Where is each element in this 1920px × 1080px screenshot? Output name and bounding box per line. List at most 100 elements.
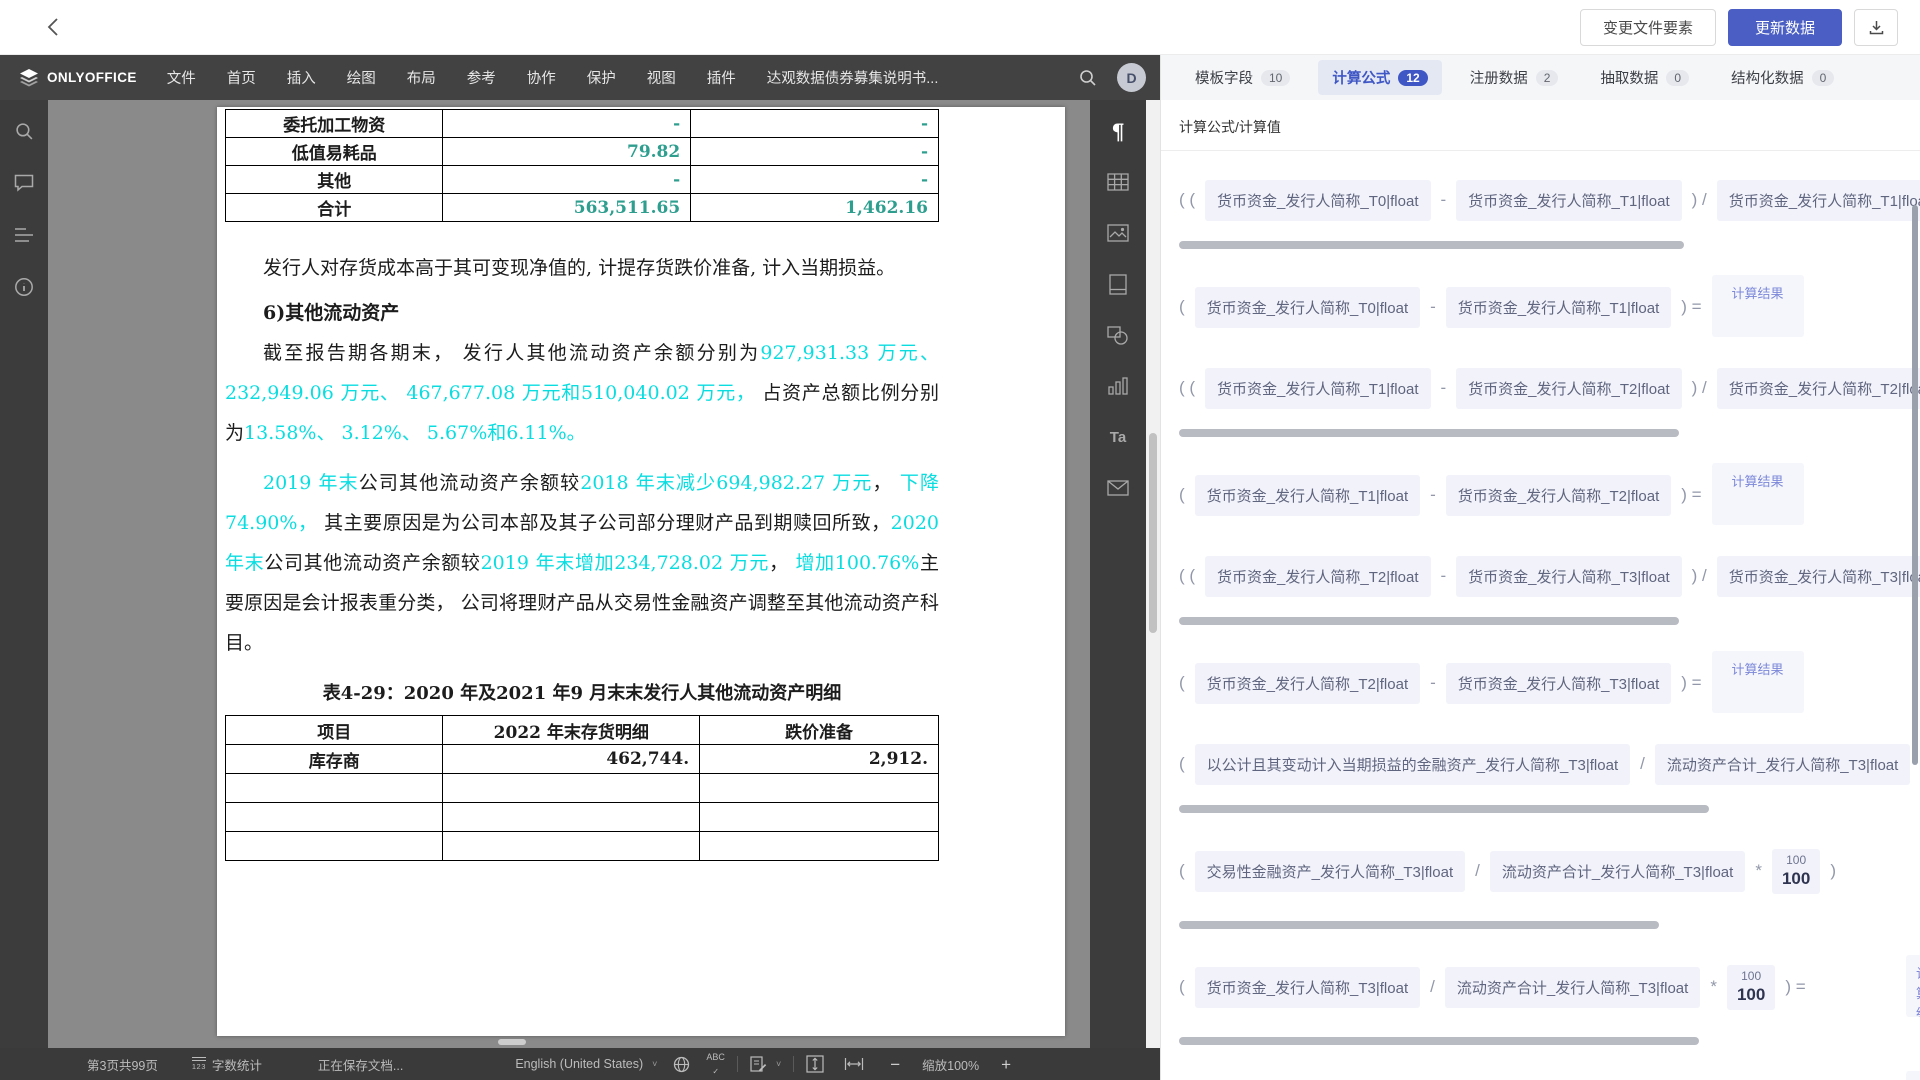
- formula-hscrollbar-thumb[interactable]: [1179, 921, 1659, 929]
- formula-field-chip[interactable]: 货币资金_发行人简称_T3|float: [1446, 663, 1671, 704]
- menu-item-9[interactable]: 插件: [707, 67, 736, 88]
- panel-scrollbar-thumb[interactable]: [1912, 205, 1918, 765]
- tab-count-badge: 0: [1812, 70, 1835, 86]
- update-data-button[interactable]: 更新数据: [1728, 9, 1842, 46]
- calc-result-chip[interactable]: 计算结果: [1906, 1071, 1920, 1080]
- paragraph-changes: 2019 年末公司其他流动资产余额较2018 年末减少694,982.27 万元…: [225, 463, 939, 663]
- document-canvas[interactable]: 委托加工物资--低值易耗品79.82-其他--合计563,511.651,462…: [48, 100, 1090, 1048]
- formula-field-chip[interactable]: 货币资金_发行人简称_T1|float: [1195, 475, 1420, 516]
- formula-hscrollbar-thumb[interactable]: [1179, 805, 1709, 813]
- table-row: [226, 803, 939, 832]
- download-button[interactable]: [1854, 9, 1898, 46]
- formula-field-chip[interactable]: 货币资金_发行人简称_T3|float: [1717, 556, 1920, 597]
- formula-field-chip[interactable]: 货币资金_发行人简称_T1|float: [1456, 180, 1681, 221]
- menu-item-2[interactable]: 插入: [287, 67, 316, 88]
- panel-tab-2[interactable]: 注册数据2: [1456, 60, 1573, 95]
- back-button[interactable]: [38, 12, 68, 42]
- page-indicator[interactable]: 第3页共99页: [87, 1055, 158, 1074]
- formula-field-chip[interactable]: 货币资金_发行人简称_T2|float: [1446, 475, 1671, 516]
- zoom-level[interactable]: 缩放100%: [922, 1055, 979, 1074]
- formula-hscrollbar-thumb[interactable]: [1179, 617, 1679, 625]
- shape-settings-icon[interactable]: [1107, 324, 1129, 346]
- formula-field-chip[interactable]: 货币资金_发行人简称_T1|float: [1717, 180, 1920, 221]
- menu-item-5[interactable]: 参考: [467, 67, 496, 88]
- menu-item-1[interactable]: 首页: [227, 67, 256, 88]
- find-icon[interactable]: [13, 120, 35, 142]
- calc-result-chip[interactable]: 计算结果: [1906, 955, 1920, 1017]
- fit-page-button[interactable]: [806, 1055, 824, 1073]
- calc-result-chip[interactable]: 计算结果: [1712, 651, 1804, 713]
- formula-field-chip[interactable]: 货币资金_发行人简称_T2|float: [1205, 556, 1430, 597]
- formula-row-8: (交易性金融资产_发行人简称_T3|float/流动资产合计_发行人简称_T3|…: [1179, 839, 1920, 903]
- about-icon[interactable]: [13, 276, 35, 298]
- formula-operator: -: [1441, 566, 1447, 586]
- formula-field-chip[interactable]: 货币资金_发行人简称_T3|float: [1456, 556, 1681, 597]
- formula-field-chip[interactable]: 货币资金_发行人简称_T0|float: [1195, 287, 1420, 328]
- comments-icon[interactable]: [13, 172, 35, 194]
- download-icon: [1868, 19, 1885, 36]
- menu-item-6[interactable]: 协作: [527, 67, 556, 88]
- spellcheck-button[interactable]: ABC✓: [706, 1053, 725, 1076]
- chart-settings-icon[interactable]: [1107, 375, 1129, 397]
- formula-hscrollbar-thumb[interactable]: [1179, 1037, 1699, 1045]
- formula-field-chip[interactable]: 交易性金融资产_发行人简称_T3|float: [1195, 851, 1465, 892]
- calc-result-chip[interactable]: 计算结果: [1712, 275, 1804, 337]
- constant-100-chip[interactable]: 100100: [1772, 849, 1820, 894]
- panel-tab-0[interactable]: 模板字段10: [1181, 60, 1304, 95]
- formula-hscrollbar-thumb[interactable]: [1179, 241, 1684, 249]
- panel-tab-1[interactable]: 计算公式12: [1318, 60, 1441, 95]
- fit-width-button[interactable]: [844, 1057, 864, 1071]
- menu-item-0[interactable]: 文件: [167, 67, 196, 88]
- menu-item-8[interactable]: 视图: [647, 67, 676, 88]
- formula-hscrollbar-thumb[interactable]: [1179, 429, 1679, 437]
- calc-result-chip[interactable]: 计算结果: [1712, 463, 1804, 525]
- mailmerge-icon[interactable]: [1107, 477, 1129, 499]
- formula-field-chip[interactable]: 货币资金_发行人简称_T2|float: [1456, 368, 1681, 409]
- vertical-scrollbar[interactable]: [1146, 100, 1160, 1048]
- zoom-in-button[interactable]: +: [1001, 1056, 1011, 1073]
- formula-field-chip[interactable]: 货币资金_发行人简称_T3|float: [1195, 967, 1420, 1008]
- panel-tab-3[interactable]: 抽取数据0: [1586, 60, 1703, 95]
- menu-item-7[interactable]: 保护: [587, 67, 616, 88]
- formula-field-chip[interactable]: 货币资金_发行人简称_T0|float: [1205, 180, 1430, 221]
- formula-operator: ( (: [1179, 190, 1195, 210]
- paragraph-balances: 截至报告期各期末， 发行人其他流动资产余额分别为927,931.33 万元、23…: [225, 333, 939, 453]
- textart-settings-icon[interactable]: Ta: [1107, 426, 1129, 448]
- formula-field-chip[interactable]: 流动资产合计_发行人简称_T3|float: [1655, 744, 1910, 785]
- formula-field-chip[interactable]: 货币资金_发行人简称_T2|float: [1195, 663, 1420, 704]
- paragraph-settings-icon[interactable]: ¶: [1107, 120, 1129, 142]
- formula-field-chip[interactable]: 货币资金_发行人简称_T1|float: [1446, 287, 1671, 328]
- table-settings-icon[interactable]: [1107, 171, 1129, 193]
- navigation-icon[interactable]: [13, 224, 35, 246]
- language-selector[interactable]: English (United States)˅: [515, 1057, 657, 1071]
- header-footer-settings-icon[interactable]: [1107, 273, 1129, 295]
- formula-field-chip[interactable]: 流动资产合计_发行人简称_T3|float: [1445, 967, 1700, 1008]
- formula-field-chip[interactable]: 货币资金_发行人简称_T1|float: [1205, 368, 1430, 409]
- table-row: 低值易耗品79.82-: [226, 138, 939, 166]
- detail-table: 项目2022 年末存货明细跌价准备 库存商462,744.2,912.: [225, 715, 939, 861]
- formula-field-chip[interactable]: 流动资产合计_发行人简称_T3|float: [1490, 851, 1745, 892]
- panel-tab-4[interactable]: 结构化数据0: [1717, 60, 1848, 95]
- vertical-scrollbar-thumb[interactable]: [1149, 433, 1157, 633]
- word-count-button[interactable]: 123 字数统计: [192, 1055, 262, 1074]
- formula-operator: *: [1710, 977, 1717, 997]
- image-settings-icon[interactable]: [1107, 222, 1129, 244]
- formula-field-chip[interactable]: 货币资金_发行人简称_T2|float: [1717, 368, 1920, 409]
- horizontal-scrollbar-thumb[interactable]: [498, 1039, 526, 1045]
- menu-item-4[interactable]: 布局: [407, 67, 436, 88]
- search-icon[interactable]: [1079, 69, 1097, 87]
- menu-item-10[interactable]: 达观数据债券募集说明书...: [767, 67, 939, 88]
- table-row: [226, 774, 939, 803]
- toolbar-menus: 文件 首页 插入 绘图 布局 参考 协作 保护 视图 插件 达观数据债券募集说明书...: [167, 67, 939, 88]
- document-page[interactable]: 委托加工物资--低值易耗品79.82-其他--合计563,511.651,462…: [217, 107, 1065, 1036]
- track-changes-button[interactable]: ˅: [750, 1056, 781, 1073]
- formula-operator: ( (: [1179, 378, 1195, 398]
- menu-item-3[interactable]: 绘图: [347, 67, 376, 88]
- change-file-elements-button[interactable]: 变更文件要素: [1580, 9, 1716, 46]
- zoom-out-button[interactable]: −: [890, 1056, 900, 1073]
- constant-100-chip[interactable]: 100100: [1727, 965, 1775, 1010]
- set-language-button[interactable]: [673, 1056, 690, 1073]
- user-avatar[interactable]: D: [1117, 63, 1146, 92]
- formula-field-chip[interactable]: 以公计且其变动计入当期损益的金融资产_发行人简称_T3|float: [1195, 744, 1630, 785]
- paragraph-provision: 发行人对存货成本高于其可变现净值的, 计提存货跌价准备, 计入当期损益。: [225, 248, 939, 288]
